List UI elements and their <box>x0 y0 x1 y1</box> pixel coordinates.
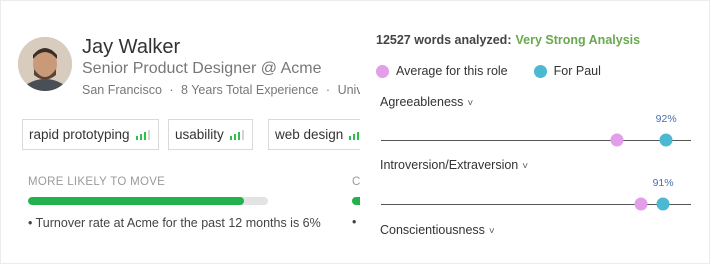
skill-tag-rapid-prototyping[interactable]: rapid prototyping <box>22 119 159 150</box>
average-marker <box>610 133 624 147</box>
signal-bars-icon <box>135 129 150 140</box>
skill-label: rapid prototyping <box>29 127 130 142</box>
skill-tag-usability[interactable]: usability <box>168 119 253 150</box>
turnover-text: Turnover rate at Acme for the past 12 mo… <box>35 216 321 230</box>
move-likelihood-bar <box>28 197 268 205</box>
profile-role: Senior Product Designer @ Acme <box>82 60 322 77</box>
signal-bars-icon <box>349 130 360 140</box>
analysis-strength: Very Strong Analysis <box>515 33 641 47</box>
words-analyzed: 12527 words analyzed: <box>376 33 512 47</box>
signal-bars-icon <box>229 129 244 140</box>
experience-text: 8 Years Total Experience <box>181 83 319 97</box>
profile-name[interactable]: Jay Walker <box>82 36 180 59</box>
separator: · <box>169 83 174 97</box>
profile-card: Jay Walker Senior Product Designer @ Acm… <box>0 0 360 264</box>
paul-percent-label: 92% <box>655 113 677 125</box>
location-text: San Francisco <box>82 83 162 97</box>
trait-name: Conscientiousness <box>380 223 485 237</box>
legend-item-average: Average for this role <box>376 64 508 78</box>
move-likelihood-label: MORE LIKELY TO MOVE <box>28 176 166 188</box>
second-metric-bar <box>352 197 360 205</box>
legend: Average for this role For Paul <box>376 64 601 78</box>
separator: · <box>325 83 331 97</box>
move-likelihood-fill <box>28 197 244 205</box>
legend-label: For Paul <box>553 64 601 78</box>
paul-swatch-icon <box>533 64 547 78</box>
skill-label: web design <box>275 127 344 142</box>
paul-percent-label: 91% <box>652 177 674 189</box>
paul-marker <box>656 197 670 211</box>
trait-scale-agreeableness <box>381 140 691 141</box>
avatar[interactable] <box>18 37 72 91</box>
turnover-note: • Turnover rate at Acme for the past 12 … <box>28 215 328 232</box>
legend-label: Average for this role <box>396 64 508 78</box>
average-swatch-icon <box>376 64 389 78</box>
bullet: • <box>28 216 33 230</box>
second-metric-bullet: • <box>352 215 357 229</box>
analysis-summary: 12527 words analyzed: Very Strong Analysi… <box>376 33 640 47</box>
trait-toggle-conscientiousness[interactable]: Conscientiousness ˅ <box>380 223 495 237</box>
trait-toggle-agreeableness[interactable]: Agreeableness ˅ <box>380 95 473 109</box>
chevron-down-icon: ˅ <box>488 226 495 237</box>
skill-label: usability <box>175 127 224 142</box>
average-marker <box>634 197 648 211</box>
legend-item-paul: For Paul <box>533 64 601 78</box>
trait-name: Agreeableness <box>380 95 464 109</box>
chevron-down-icon: ˅ <box>467 98 474 109</box>
chevron-down-icon: ˅ <box>522 161 529 172</box>
avatar-photo <box>18 37 72 91</box>
personality-analysis-panel: 12527 words analyzed: Very Strong Analysi… <box>360 0 710 264</box>
trait-toggle-introversion-extraversion[interactable]: Introversion/Extraversion ˅ <box>380 158 528 172</box>
paul-marker <box>659 133 673 147</box>
skill-tag-web-design[interactable]: web design <box>268 119 360 150</box>
education-text: Univers <box>337 83 360 97</box>
profile-meta: San Francisco · 8 Years Total Experience… <box>82 83 360 97</box>
trait-name: Introversion/Extraversion <box>380 158 519 172</box>
second-metric-label: C <box>352 176 360 188</box>
